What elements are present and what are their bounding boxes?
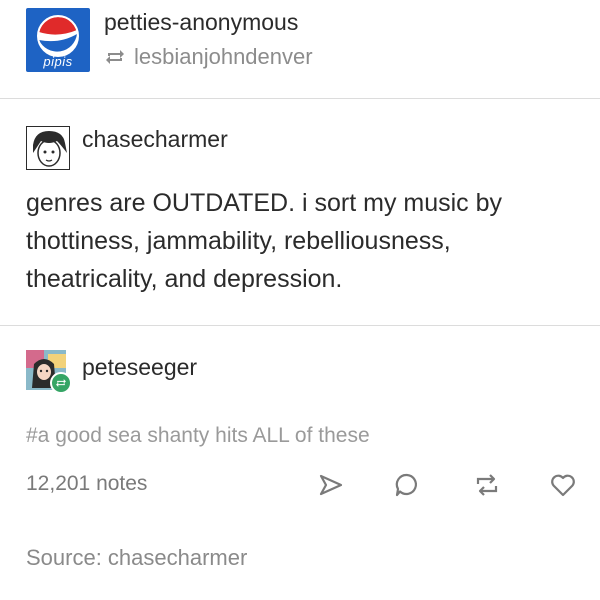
reblogged-from-name[interactable]: lesbianjohndenver [134,44,313,70]
source-link[interactable]: Source: chasecharmer [26,545,247,571]
reblog-badge-icon [50,372,72,394]
post-divider [0,325,600,326]
blog-avatar[interactable]: pipis [26,8,90,72]
avatar-caption: pipis [43,54,73,69]
reblogger-name[interactable]: peteseeger [82,354,197,381]
sketch-portrait-icon [27,127,69,169]
reblogged-from-row: lesbianjohndenver [104,42,313,72]
heart-icon [551,474,575,497]
share-button[interactable] [316,470,346,500]
reblogging-blog-name[interactable]: petties-anonymous [104,9,298,36]
reblog-button[interactable] [472,470,502,500]
chasecharmer-avatar[interactable] [26,126,70,170]
reply-icon [395,473,417,497]
post-tags[interactable]: #a good sea shanty hits ALL of these [26,424,370,448]
reply-button[interactable] [392,470,422,500]
reblog-small-icon [106,50,124,64]
notes-count[interactable]: 12,201 notes [26,472,147,496]
share-icon [319,474,343,496]
like-button[interactable] [548,470,578,500]
original-poster-name[interactable]: chasecharmer [82,126,228,153]
header-divider [0,98,600,99]
post-body-text: genres are OUTDATED. i sort my music by … [26,189,503,293]
reblog-header: pipis petties-anonymous lesbianjohndenve… [0,0,600,98]
reblog-icon [476,474,498,496]
